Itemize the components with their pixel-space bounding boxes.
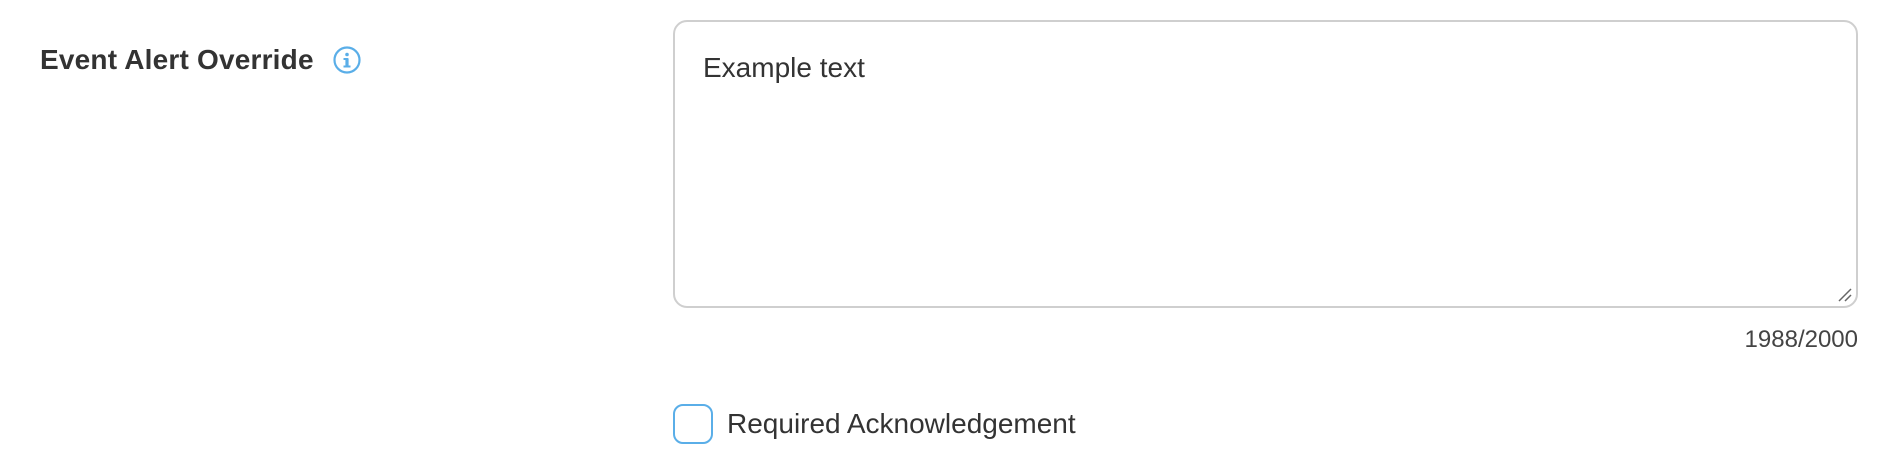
override-textarea[interactable] xyxy=(673,20,1858,308)
required-acknowledgement-row[interactable]: Required Acknowledgement xyxy=(673,404,1076,444)
field-label: Event Alert Override xyxy=(40,44,314,75)
event-alert-override-form: Event Alert Override 1988/2000 Required … xyxy=(0,0,1878,468)
field-label-group: Event Alert Override xyxy=(40,44,362,76)
override-textarea-wrap xyxy=(673,20,1858,308)
required-acknowledgement-label[interactable]: Required Acknowledgement xyxy=(727,408,1076,440)
required-acknowledgement-checkbox[interactable] xyxy=(673,404,713,444)
resize-handle-icon[interactable] xyxy=(1836,286,1852,302)
character-counter: 1988/2000 xyxy=(1744,326,1858,353)
info-icon[interactable] xyxy=(332,45,362,75)
